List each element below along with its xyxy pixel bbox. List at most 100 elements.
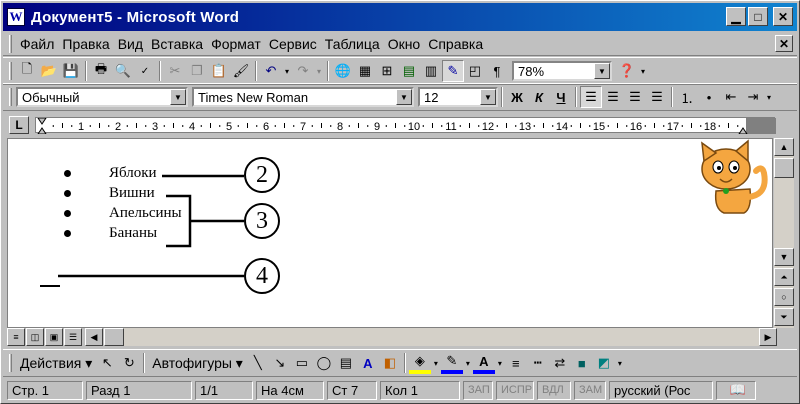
office-assistant-cat-icon[interactable] — [686, 139, 772, 219]
free-rotate-icon[interactable]: ↻ — [118, 352, 140, 374]
close-button[interactable]: ✕ — [773, 7, 793, 26]
menu-grip[interactable] — [9, 34, 12, 53]
maximize-button[interactable]: □ — [748, 7, 768, 26]
line-icon[interactable]: ╲ — [247, 352, 269, 374]
line-color-icon[interactable]: ✎ — [440, 352, 463, 374]
menu-help[interactable]: Справка — [424, 36, 487, 52]
bullets-icon[interactable]: • — [698, 86, 720, 108]
document-map-icon[interactable]: ◰ — [464, 60, 486, 82]
print-preview-icon[interactable]: 🔍 — [112, 60, 134, 82]
fill-color-dropdown-icon[interactable]: ▾ — [431, 352, 441, 374]
menu-format[interactable]: Формат — [207, 36, 265, 52]
horizontal-scroll-track[interactable] — [124, 328, 759, 346]
underline-button[interactable]: Ч — [550, 86, 572, 108]
menu-edit[interactable]: Правка — [58, 36, 113, 52]
tables-borders-icon[interactable]: ▦ — [354, 60, 376, 82]
undo-dropdown-icon[interactable]: ▾ — [282, 60, 292, 82]
redo-dropdown-icon[interactable]: ▾ — [314, 60, 324, 82]
save-icon[interactable]: 💾 — [60, 60, 82, 82]
indent-marker-icon[interactable] — [37, 118, 47, 134]
help-icon[interactable]: ❓ — [616, 60, 638, 82]
line-style-icon[interactable]: ≡ — [505, 352, 527, 374]
scroll-thumb[interactable] — [774, 158, 794, 178]
wordart-icon[interactable]: A — [357, 352, 379, 374]
drawing-icon[interactable]: ✎ — [442, 60, 464, 82]
right-indent-marker-icon[interactable] — [738, 127, 748, 134]
font-size-combo[interactable]: 12 ▼ — [418, 87, 498, 107]
columns-icon[interactable]: ▥ — [420, 60, 442, 82]
undo-icon[interactable]: ↶ — [260, 60, 282, 82]
scroll-left-button[interactable]: ◀ — [85, 328, 103, 346]
style-combo[interactable]: Обычный ▼ — [16, 87, 188, 107]
document-page[interactable]: Яблоки Вишни Апельсины Бананы 2 3 4 — [7, 138, 773, 328]
status-extend[interactable]: ВДЛ — [537, 380, 571, 400]
menu-file[interactable]: Файл — [16, 36, 58, 52]
status-overtype[interactable]: ЗАМ — [574, 380, 606, 400]
oval-icon[interactable]: ◯ — [313, 352, 335, 374]
chevron-down-icon[interactable]: ▼ — [594, 63, 610, 79]
chevron-down-icon[interactable]: ▼ — [396, 89, 412, 105]
toolbar-grip[interactable] — [9, 88, 12, 106]
scroll-up-button[interactable]: ▲ — [774, 138, 794, 156]
document-close-button[interactable]: ✕ — [775, 35, 793, 52]
paste-icon[interactable]: 📋 — [208, 60, 230, 82]
shadow-icon[interactable]: ■ — [571, 352, 593, 374]
toolbar-grip[interactable] — [9, 62, 12, 80]
text-box-icon[interactable]: ▤ — [335, 352, 357, 374]
draw-actions-button[interactable]: Действия ▾ — [16, 355, 96, 372]
tab-stop-selector[interactable]: L — [9, 116, 29, 134]
increase-indent-icon[interactable]: ⇥ — [742, 86, 764, 108]
hyperlink-icon[interactable]: 🌐 — [332, 60, 354, 82]
select-browse-object-button[interactable]: ○ — [774, 288, 794, 306]
menu-view[interactable]: Вид — [114, 36, 147, 52]
outline-view-button[interactable]: ☰ — [64, 328, 82, 346]
previous-page-button[interactable]: ⏶ — [774, 268, 794, 286]
3d-icon[interactable]: ◩ — [593, 352, 615, 374]
next-page-button[interactable]: ⏷ — [774, 308, 794, 326]
italic-button[interactable]: К — [528, 86, 550, 108]
toolbar-grip[interactable] — [9, 354, 12, 372]
bold-button[interactable]: Ж — [506, 86, 528, 108]
more-buttons-icon[interactable]: ▾ — [615, 352, 625, 374]
autoshapes-button[interactable]: Автофигуры ▾ — [148, 355, 247, 372]
zoom-combo[interactable]: 78% ▼ — [512, 61, 612, 81]
more-buttons-icon[interactable]: ▾ — [638, 60, 648, 82]
more-buttons-icon[interactable]: ▾ — [764, 86, 774, 108]
arrow-style-icon[interactable]: ⇄ — [549, 352, 571, 374]
align-left-icon[interactable]: ☰ — [580, 86, 602, 108]
font-color-icon[interactable]: A — [472, 352, 495, 374]
status-language[interactable]: русский (Рос — [609, 380, 713, 400]
chevron-down-icon[interactable]: ▼ — [170, 89, 186, 105]
format-painter-icon[interactable]: 🖌 — [230, 60, 252, 82]
normal-view-button[interactable]: ≡ — [7, 328, 25, 346]
font-color-dropdown-icon[interactable]: ▾ — [495, 352, 505, 374]
print-layout-view-button[interactable]: ▣ — [45, 328, 63, 346]
copy-icon[interactable]: ❐ — [186, 60, 208, 82]
align-right-icon[interactable]: ☰ — [624, 86, 646, 108]
fill-color-icon[interactable]: ◈ — [408, 352, 431, 374]
justify-icon[interactable]: ☰ — [646, 86, 668, 108]
title-bar[interactable]: W Документ5 - Microsoft Word ▁ □ ✕ — [3, 3, 797, 31]
vertical-scrollbar[interactable]: ▲ ▼ ⏶ ○ ⏷ — [774, 138, 794, 328]
rectangle-icon[interactable]: ▭ — [291, 352, 313, 374]
scroll-right-button[interactable]: ▶ — [759, 328, 777, 346]
cut-icon[interactable]: ✂ — [164, 60, 186, 82]
clip-art-icon[interactable]: ◧ — [379, 352, 401, 374]
insert-excel-icon[interactable]: ▤ — [398, 60, 420, 82]
menu-table[interactable]: Таблица — [321, 36, 384, 52]
arrow-icon[interactable]: ↘ — [269, 352, 291, 374]
scroll-down-button[interactable]: ▼ — [774, 248, 794, 266]
font-combo[interactable]: Times New Roman ▼ — [192, 87, 414, 107]
spelling-icon[interactable]: ✓ — [134, 60, 156, 82]
status-track-changes[interactable]: ИСПР — [496, 380, 534, 400]
minimize-button[interactable]: ▁ — [726, 7, 746, 26]
spelling-status-icon[interactable]: 📖 — [716, 380, 756, 400]
align-center-icon[interactable]: ☰ — [602, 86, 624, 108]
web-layout-view-button[interactable]: ◫ — [26, 328, 44, 346]
new-document-icon[interactable]: 🗋 — [16, 60, 38, 82]
menu-window[interactable]: Окно — [384, 36, 425, 52]
horizontal-ruler[interactable]: 1 2 3 4 5 6 7 8 9 10 11 12 13 14 15 16 17 18 — [35, 117, 776, 134]
decrease-indent-icon[interactable]: ⇤ — [720, 86, 742, 108]
horizontal-scroll-thumb[interactable] — [104, 328, 124, 346]
show-hide-icon[interactable]: ¶ — [486, 60, 508, 82]
